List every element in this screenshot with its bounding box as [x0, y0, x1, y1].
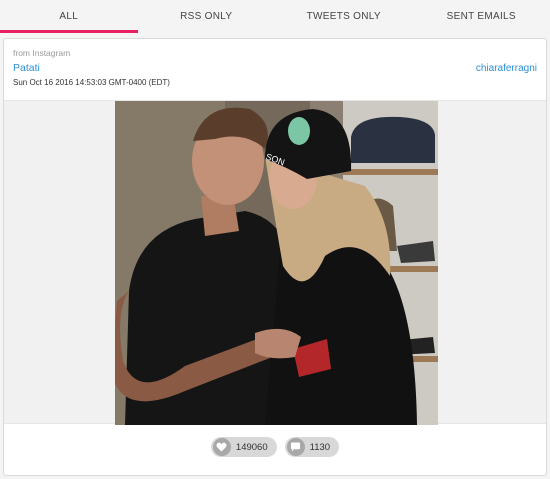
comment-bubble-icon: [286, 438, 305, 456]
post-source: from Instagram: [13, 48, 71, 58]
heart-icon: [212, 438, 231, 456]
tab-tweets-only[interactable]: TWEETS ONLY: [275, 0, 413, 34]
post-actions: 149060 1130: [4, 437, 546, 461]
likes-count: 149060: [235, 441, 268, 453]
tab-sent-emails[interactable]: SENT EMAILS: [413, 0, 550, 34]
tab-bar: ALL RSS ONLY TWEETS ONLY SENT EMAILS: [0, 0, 550, 34]
post-timestamp: Sun Oct 16 2016 14:53:03 GMT-0400 (EDT): [13, 78, 170, 87]
post-card: from Instagram Patati Sun Oct 16 2016 14…: [3, 38, 547, 476]
likes-button[interactable]: 149060: [210, 437, 277, 457]
comments-button[interactable]: 1130: [284, 437, 340, 457]
post-media: SON: [4, 100, 546, 425]
tab-rss-only[interactable]: RSS ONLY: [138, 0, 276, 34]
post-handle-link[interactable]: chiaraferragni: [476, 63, 537, 74]
post-photo[interactable]: SON: [115, 101, 438, 425]
comments-count: 1130: [309, 441, 331, 453]
post-author-link[interactable]: Patati: [13, 62, 40, 74]
post-photo-illustration: SON: [115, 101, 438, 425]
tab-all[interactable]: ALL: [0, 0, 138, 34]
